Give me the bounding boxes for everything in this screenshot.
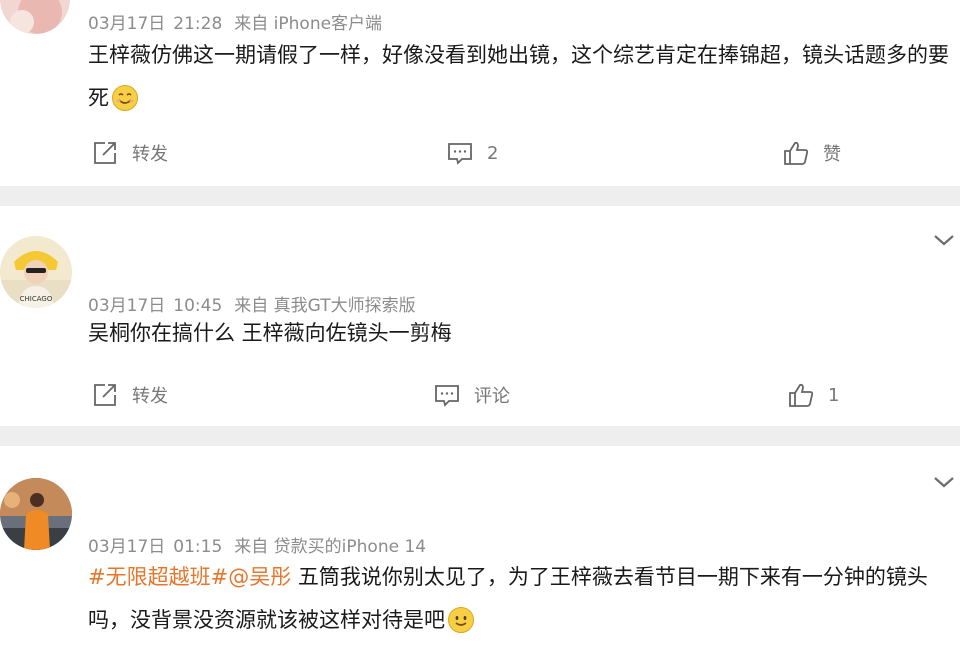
thumbs-up-icon [784,141,809,165]
repost-icon [94,142,116,164]
comment-meta: 03月17日 01:15 来自 贷款买的iPhone 14 [88,532,434,557]
comment-button[interactable]: 评论 [434,382,510,408]
avatar[interactable] [0,0,70,34]
thumbs-up-icon [789,383,814,407]
comment-card-2: CHICAGO 03月17日 10:45 来自 真我GT大师探索版 吴桐你在搞什么 … [0,206,960,426]
like-button[interactable]: 1 [788,382,839,408]
comment-label: 评论 [474,386,510,407]
smile-emoji-icon [111,84,139,127]
repost-button[interactable]: 转发 [92,140,168,166]
topic-link[interactable]: #无限超越班#@吴彤 [88,565,291,589]
comment-text: #无限超越班#@吴彤 五筒我说你别太见了，为了王梓薇去看节目一期下来有一分钟的镜… [88,556,954,649]
comment-meta: 03月17日 21:28 来自 iPhone客户端 [88,9,390,34]
comment-text: 王梓薇仿佛这一期请假了一样，好像没看到她出镜，这个综艺肯定在捧锦超，镜头话题多的… [88,34,950,127]
comment-separator [0,186,960,206]
chevron-down-icon[interactable] [932,232,956,252]
like-label: 赞 [823,144,841,165]
repost-icon [94,384,116,406]
smile-emoji-icon [447,606,475,649]
like-button[interactable]: 赞 [783,140,841,166]
repost-button[interactable]: 转发 [92,382,168,408]
comment-button[interactable]: 2 [447,140,498,166]
comment-icon [448,143,472,165]
comment-body: 吴桐你在搞什么 王梓薇向佐镜头一剪梅 [88,321,452,345]
comment-icon [435,385,459,407]
comment-time: 21:28 [173,14,223,34]
comment-date: 03月17日 [88,14,166,34]
repost-label: 转发 [132,144,168,165]
like-count: 1 [828,384,840,406]
comment-source: 来自 iPhone客户端 [234,14,383,34]
svg-text:CHICAGO: CHICAGO [20,295,53,303]
comment-source: 来自 贷款买的iPhone 14 [234,537,427,557]
comment-count: 2 [487,142,499,164]
repost-label: 转发 [132,386,168,407]
avatar[interactable] [0,478,72,550]
comment-separator [0,426,960,446]
chevron-down-icon[interactable] [932,474,956,494]
comment-date: 03月17日 [88,537,166,557]
comment-text: 吴桐你在搞什么 王梓薇向佐镜头一剪梅 [88,312,948,355]
comment-body: 王梓薇仿佛这一期请假了一样，好像没看到她出镜，这个综艺肯定在捧锦超，镜头话题多的… [88,43,949,110]
comment-card-1: 03月17日 21:28 来自 iPhone客户端 王梓薇仿佛这一期请假了一样，好像… [0,0,960,186]
comment-card-3: 03月17日 01:15 来自 贷款买的iPhone 14 #无限超越班#@吴彤 五… [0,446,960,650]
avatar[interactable]: CHICAGO [0,236,72,308]
comment-time: 01:15 [173,537,223,557]
